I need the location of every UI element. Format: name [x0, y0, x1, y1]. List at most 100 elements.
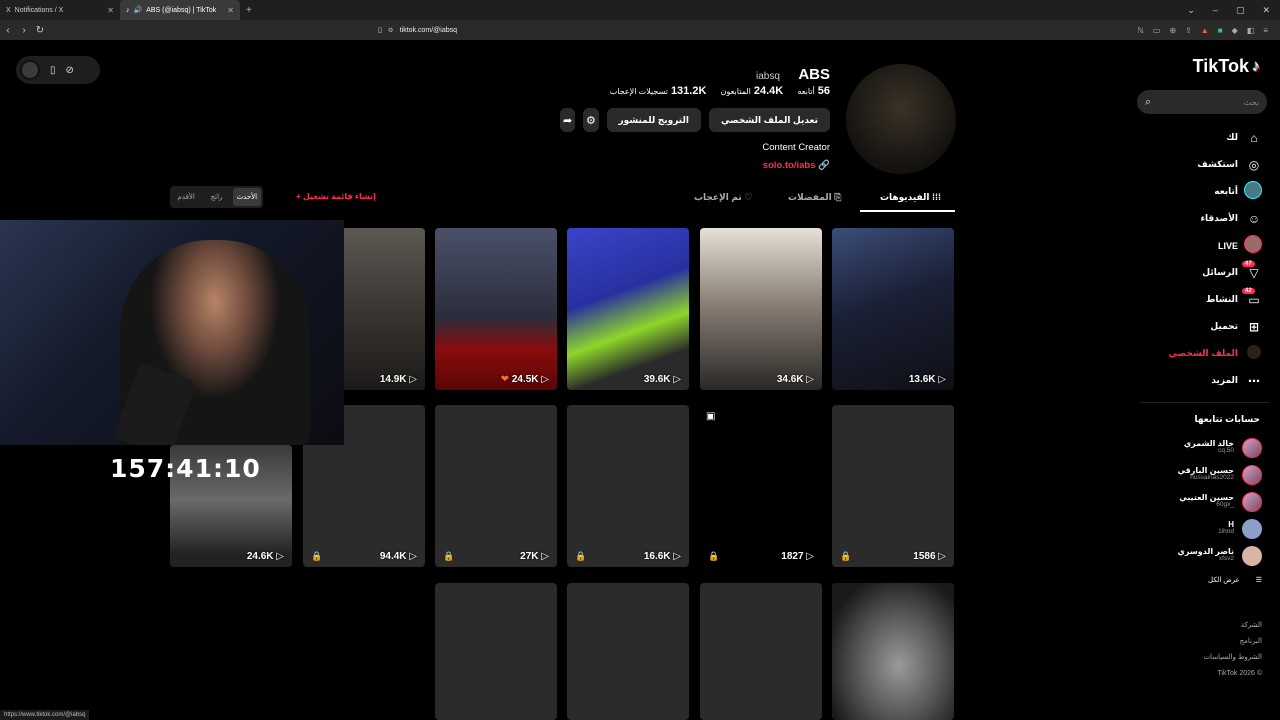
- close-icon[interactable]: ✕: [227, 6, 234, 15]
- following-stat[interactable]: 56أتابعه: [797, 85, 830, 97]
- status-url: https://www.tiktok.com/@iabsq: [0, 710, 90, 720]
- avatar: [1242, 545, 1262, 566]
- followers-stat[interactable]: 24.4Kالمتابعون: [721, 85, 784, 97]
- messages-icon: ▽ 47: [1242, 260, 1262, 280]
- profile-link[interactable]: solo.to/iabs 🔗: [560, 160, 830, 171]
- reload-icon[interactable]: ↻: [32, 25, 48, 36]
- video-card[interactable]: 13.6K ▷: [832, 228, 954, 390]
- sidebar-item-more[interactable]: ⋯ المزيد: [1142, 367, 1262, 394]
- sidebar-item-activity[interactable]: ▭ 42 النشاط: [1142, 286, 1262, 313]
- bookmark-icon[interactable]: ▯: [378, 26, 382, 34]
- activity-icon: ▭ 42: [1242, 287, 1262, 307]
- video-card[interactable]: 39.6K ▷: [567, 228, 689, 390]
- list-item[interactable]: خالد الشمري cq.50: [1142, 434, 1262, 461]
- video-card[interactable]: [832, 583, 954, 720]
- video-card[interactable]: 🔒 16.6K ▷: [567, 405, 689, 567]
- sidebar-item-following[interactable]: أتابعه: [1142, 178, 1262, 205]
- wallet-icon[interactable]: ◧: [1247, 26, 1255, 35]
- screen-icon[interactable]: ▭: [1153, 26, 1161, 35]
- avatar: [1242, 491, 1262, 512]
- see-all-button[interactable]: ☰ عرض الكل: [1142, 569, 1262, 591]
- profile-names: iabsq ABS: [560, 66, 830, 84]
- site-info-icon[interactable]: ≎: [388, 26, 394, 34]
- browser-tab-x-notifications[interactable]: X Notifications / X ✕: [0, 0, 120, 20]
- sort-latest[interactable]: الأحدث: [232, 188, 261, 206]
- live-icon: [1244, 235, 1262, 256]
- share-button[interactable]: ➦: [560, 108, 576, 132]
- copyright: © 2026 TikTok: [1217, 670, 1262, 677]
- search-input[interactable]: بحث ⌕: [1137, 90, 1267, 114]
- video-card[interactable]: 🔒 1586 ▷: [832, 405, 954, 567]
- video-card[interactable]: [567, 583, 689, 720]
- sort-popular[interactable]: رائج: [202, 188, 230, 206]
- new-tab-button[interactable]: +: [240, 5, 258, 16]
- menu-icon[interactable]: ≡: [1263, 26, 1268, 35]
- share-icon[interactable]: ⇪: [1185, 26, 1192, 35]
- video-card[interactable]: ❤ 24.5K ▷: [435, 228, 557, 390]
- link-icon: 🔗: [818, 160, 830, 171]
- extension-icon[interactable]: ◆: [1232, 26, 1238, 35]
- tiktok-logo[interactable]: ♪ TikTok: [1193, 56, 1260, 77]
- promote-post-button[interactable]: الترويج للمنشور: [606, 108, 701, 132]
- sidebar-item-messages[interactable]: ▽ 47 الرسائل: [1142, 259, 1262, 286]
- extension-green-icon[interactable]: ■: [1218, 26, 1223, 35]
- settings-button[interactable]: ⚙: [583, 108, 599, 132]
- edit-profile-button[interactable]: تعديل الملف الشخصي: [708, 108, 830, 132]
- sidebar-item-friends[interactable]: ☺ الأصدقاء: [1142, 205, 1262, 232]
- profile-bio: Content Creator: [762, 142, 830, 153]
- video-card[interactable]: 🔒 27K ▷: [435, 405, 557, 567]
- sort-oldest[interactable]: الأقدم: [172, 188, 200, 206]
- video-card[interactable]: [700, 583, 822, 720]
- avatar: [1242, 464, 1262, 485]
- footer-link-terms[interactable]: الشروط والسياسات: [1203, 650, 1262, 666]
- avatar[interactable]: [20, 60, 40, 80]
- close-icon[interactable]: ✕: [107, 6, 114, 15]
- brave-icon[interactable]: ▲: [1201, 26, 1209, 35]
- grid-icon: ⁞⁞⁞: [929, 192, 941, 202]
- sidebar-item-upload[interactable]: ⊞ تحميل: [1142, 313, 1262, 340]
- browser-tab-tiktok[interactable]: ♪ 🔊 ABS (@iabsq) | TikTok ✕: [120, 0, 240, 20]
- phone-icon[interactable]: ▯: [50, 65, 56, 76]
- maximize-icon[interactable]: ▢: [1236, 5, 1245, 16]
- profile-avatar[interactable]: [846, 64, 956, 174]
- video-card[interactable]: 34.6K ▷: [700, 228, 822, 390]
- list-icon: ☰: [1255, 577, 1262, 584]
- tab-title: ABS (@iabsq) | TikTok: [146, 6, 217, 14]
- chevron-down-icon[interactable]: ⌄: [1187, 5, 1195, 16]
- sort-toggle: الأحدث رائج الأقدم: [170, 186, 263, 208]
- compass-icon[interactable]: ⊘: [66, 65, 74, 76]
- minimize-icon[interactable]: –: [1213, 5, 1218, 16]
- view-count: 1827 ▷: [781, 551, 814, 562]
- webcam-overlay: [0, 220, 344, 445]
- list-item[interactable]: ناصر الدوسري xfsv2: [1142, 542, 1262, 569]
- following-icon: [1244, 181, 1262, 202]
- forward-icon[interactable]: ›: [16, 25, 32, 36]
- back-icon[interactable]: ‹: [0, 25, 16, 36]
- tab-favorites[interactable]: ⎘ المفضلات: [788, 192, 841, 203]
- address-bar[interactable]: ▯ ≎ tiktok.com/@iabsq: [378, 23, 918, 37]
- share-arrow-icon: ➦: [563, 114, 573, 127]
- video-card[interactable]: ▣ 🔒 1827 ▷: [700, 405, 822, 567]
- lock-icon: 🔒: [443, 551, 455, 561]
- lock-icon: 🔒: [311, 551, 323, 561]
- sidebar-item-explore[interactable]: ◎ استكشف: [1142, 151, 1262, 178]
- sidebar-item-for-you[interactable]: ⌂ لك: [1142, 124, 1262, 151]
- tiktok-icon: ♪: [126, 6, 130, 14]
- tab-liked[interactable]: ♡ تم الإعجاب: [694, 192, 752, 203]
- list-item[interactable]: حسين البارقي hussainas2022: [1142, 461, 1262, 488]
- bookmark-icon: ⎘: [831, 192, 842, 202]
- footer-link-program[interactable]: البرنامج: [1203, 634, 1262, 650]
- create-playlist-button[interactable]: + إنشاء قائمة تشغيل: [296, 192, 376, 201]
- more-icon: ⋯: [1248, 373, 1260, 388]
- video-card[interactable]: [435, 583, 557, 720]
- sidebar-item-profile[interactable]: الملف الشخصي: [1142, 340, 1262, 367]
- translate-icon[interactable]: ℕ: [1137, 26, 1143, 35]
- close-window-icon[interactable]: ✕: [1262, 5, 1270, 16]
- list-item[interactable]: حسين العتيبي _60gx: [1142, 488, 1262, 515]
- zoom-icon[interactable]: ⊕: [1169, 26, 1176, 35]
- search-icon[interactable]: ⌕: [1145, 96, 1151, 109]
- sidebar-item-live[interactable]: LIVE: [1142, 232, 1262, 259]
- list-item[interactable]: H 1ihnd: [1142, 515, 1262, 542]
- tab-videos[interactable]: ⁞⁞⁞ الفيديوهات: [880, 192, 941, 203]
- footer-link-company[interactable]: الشركة: [1203, 618, 1262, 634]
